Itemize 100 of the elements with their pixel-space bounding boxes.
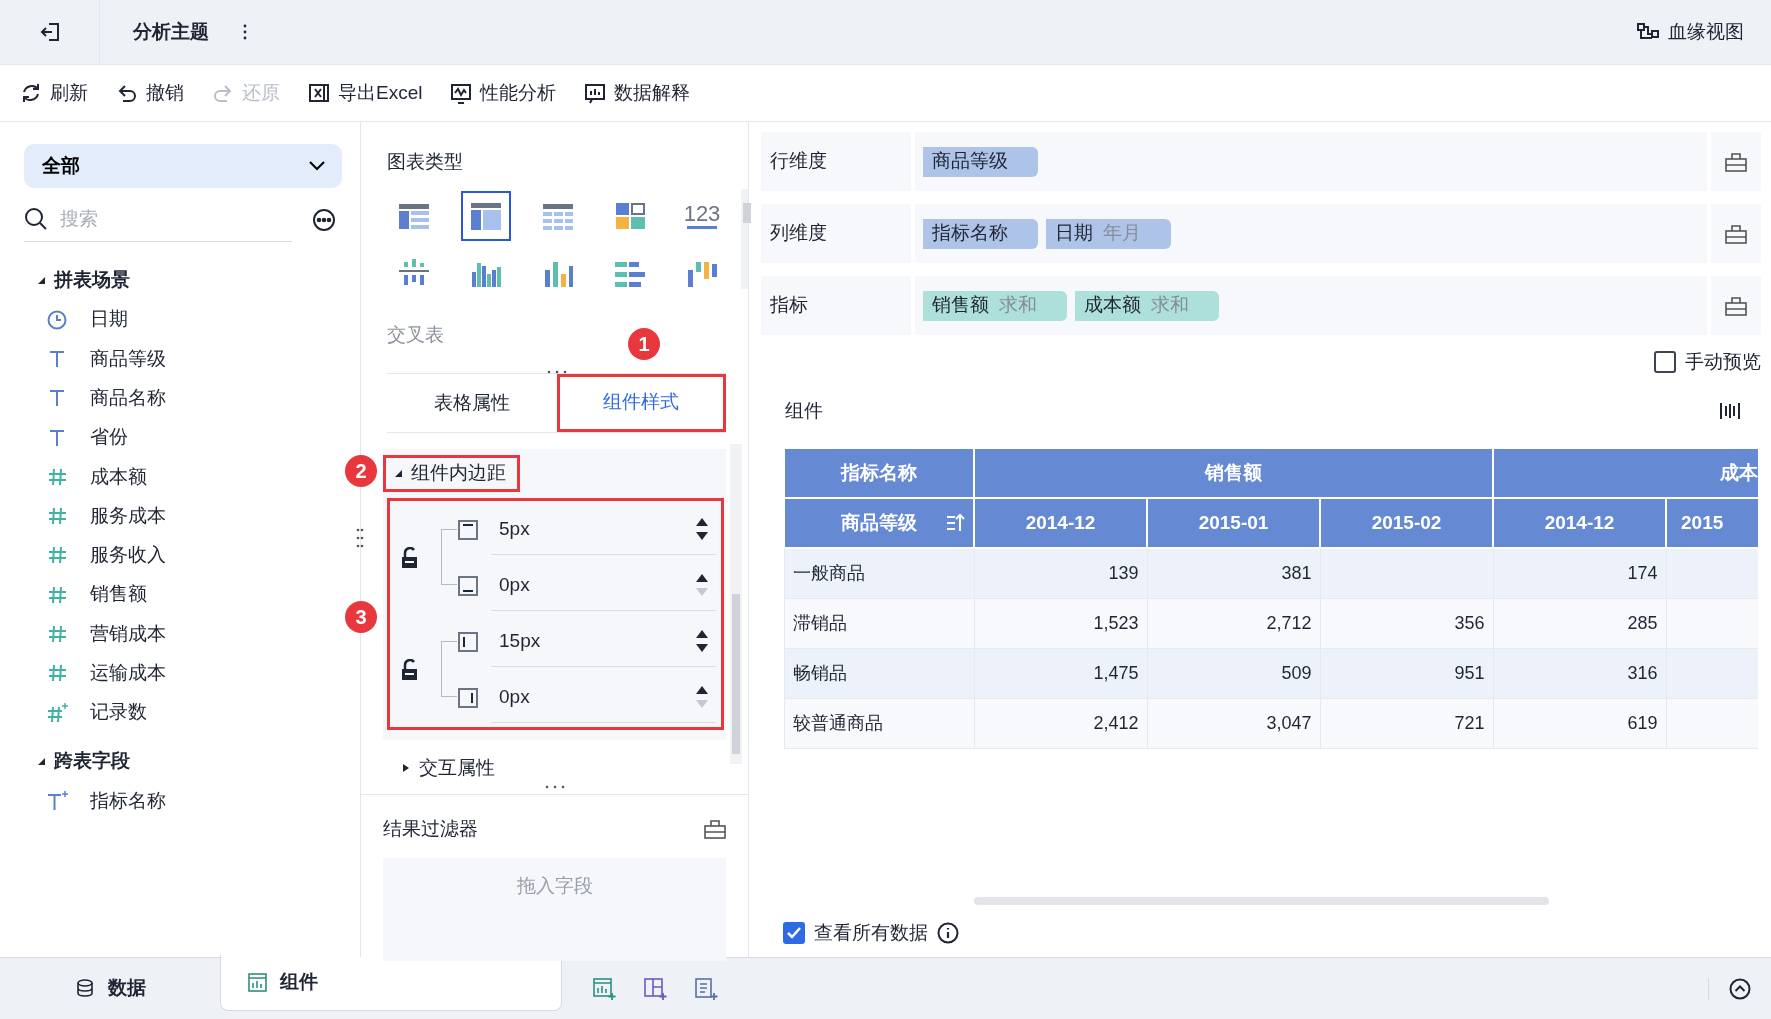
spin-up-icon[interactable] (696, 686, 708, 694)
add-layout-icon[interactable] (643, 976, 667, 1001)
table-cell: 285 (1493, 598, 1666, 648)
field-chip[interactable]: 成本额 求和 (1075, 290, 1219, 321)
table-cell: 509 (1147, 648, 1320, 698)
search-field[interactable]: 搜索 (58, 197, 278, 241)
callout-number: 3 (345, 601, 377, 633)
bottom-tab[interactable]: 组件 (220, 954, 562, 1011)
unlocked-padlock-icon[interactable] (401, 546, 419, 569)
right-edge-icon (457, 686, 479, 709)
field-name[interactable]: 营销成本 (90, 619, 166, 649)
sort-icon[interactable] (945, 513, 965, 533)
field-name[interactable]: 销售额 (90, 580, 147, 609)
drop-shelf[interactable]: 指标名称 日期 年月 (915, 204, 1707, 263)
table-cell: 381 (1147, 548, 1320, 598)
section-header[interactable]: 组件内边距 (383, 455, 520, 492)
field-group-header[interactable]: 跨表字段 (36, 741, 360, 782)
toolbar-button[interactable]: 数据解释 (584, 78, 691, 108)
callout-number: 1 (628, 328, 660, 360)
toolbox-icon[interactable] (1725, 223, 1747, 244)
horizontal-scrollbar[interactable] (974, 896, 1549, 905)
toolbox-icon[interactable] (704, 819, 726, 840)
toolbox-icon[interactable] (1725, 295, 1747, 316)
scope-dropdown[interactable]: 全部 (24, 144, 342, 188)
input-value[interactable]: 0px (499, 570, 530, 600)
exit-icon[interactable] (38, 21, 61, 43)
info-icon[interactable] (937, 921, 959, 944)
field-chip[interactable]: 指标名称 (923, 218, 1038, 249)
spin-up-icon[interactable] (696, 630, 708, 638)
drop-shelf[interactable]: 销售额 求和 成本额 求和 (915, 276, 1707, 335)
field-chip[interactable]: 日期 年月 (1046, 218, 1171, 249)
field-name[interactable]: 日期 (90, 305, 128, 334)
field-name[interactable]: 记录数 (90, 698, 147, 727)
drag-handle-icon[interactable] (547, 368, 567, 376)
add-report-icon[interactable] (694, 976, 718, 1001)
scrollbar[interactable] (741, 188, 748, 289)
lineage-view-button[interactable]: 血缘视图 (1636, 17, 1744, 47)
toolbar-button[interactable]: 导出Excel (308, 78, 423, 108)
line-chart-icon (450, 82, 473, 104)
chevron-down-icon (308, 160, 326, 172)
toolbar-button[interactable]: 性能分析 (450, 78, 557, 108)
bottom-tab[interactable]: 数据 (0, 963, 220, 1014)
input-value[interactable]: 15px (499, 626, 541, 656)
padding-input[interactable]: 15px (491, 616, 716, 667)
link-bracket (441, 528, 457, 585)
bar-chart-icon (584, 82, 607, 104)
chart-type-option[interactable]: 123 (677, 190, 727, 241)
field-group-header[interactable]: 拼表场景 (36, 260, 360, 300)
more-options-icon[interactable] (312, 207, 336, 232)
spin-down-icon[interactable] (696, 532, 708, 540)
input-value[interactable]: 5px (499, 514, 530, 544)
field-name[interactable]: 商品等级 (90, 344, 166, 374)
caret-right-icon (401, 762, 411, 773)
panel-tab[interactable]: 组件样式 (556, 374, 726, 432)
chart-type-name: 交叉表 (387, 323, 444, 345)
column-header: 2014-12 (1493, 498, 1666, 548)
lineage-icon (1636, 22, 1660, 42)
collapse-up-icon[interactable] (1729, 977, 1751, 1000)
panel-tab[interactable]: 表格属性 (387, 374, 557, 432)
spreadsheet-icon (308, 82, 330, 104)
unlocked-padlock-icon[interactable] (401, 658, 419, 681)
spin-down-icon[interactable] (696, 644, 708, 652)
add-chart-icon[interactable] (592, 976, 616, 1001)
link-bracket (441, 640, 457, 697)
toolbar-button[interactable]: 刷新 (20, 78, 88, 108)
field-name[interactable]: 省份 (90, 423, 128, 452)
drag-handle-icon[interactable] (545, 783, 565, 791)
field-chip[interactable]: 商品等级 (923, 146, 1038, 177)
chart-type-option[interactable] (461, 190, 511, 241)
undo-icon (116, 82, 138, 104)
checkbox[interactable] (1654, 351, 1676, 374)
chart-panel-icon (247, 971, 268, 993)
padding-input[interactable]: 0px (491, 560, 716, 611)
field-name[interactable]: 指标名称 (90, 786, 166, 816)
section-header[interactable]: 交互属性 (391, 749, 748, 786)
input-value[interactable]: 0px (499, 682, 530, 712)
spin-up-icon[interactable] (696, 574, 708, 582)
field-name[interactable]: 服务收入 (90, 541, 166, 570)
table-cell: 356 (1320, 598, 1493, 648)
top-edge-icon (457, 518, 479, 541)
table-cell: 139 (974, 548, 1147, 598)
scrollbar[interactable] (730, 444, 742, 764)
field-name[interactable]: 运输成本 (90, 659, 166, 688)
field-name[interactable]: 商品名称 (90, 384, 166, 413)
toolbar-button[interactable]: 撤销 (116, 78, 184, 108)
drop-shelf[interactable]: 商品等级 (915, 132, 1707, 191)
text-type-star-icon (46, 789, 70, 812)
spin-up-icon[interactable] (696, 518, 708, 526)
table-cell: 721 (1320, 698, 1493, 748)
padding-input[interactable]: 0px (491, 672, 716, 723)
row-header-cell: 一般商品 (784, 548, 974, 598)
field-name[interactable]: 服务成本 (90, 501, 166, 531)
field-name[interactable]: 成本额 (90, 462, 147, 492)
padding-input[interactable]: 5px (491, 504, 716, 555)
field-chip[interactable]: 销售额 求和 (923, 290, 1067, 321)
drag-handle-icon[interactable] (356, 528, 364, 548)
component-title: 组件 (785, 398, 823, 423)
more-icon[interactable] (242, 24, 248, 40)
toolbox-icon[interactable] (1725, 151, 1747, 172)
checkbox[interactable] (783, 921, 805, 944)
